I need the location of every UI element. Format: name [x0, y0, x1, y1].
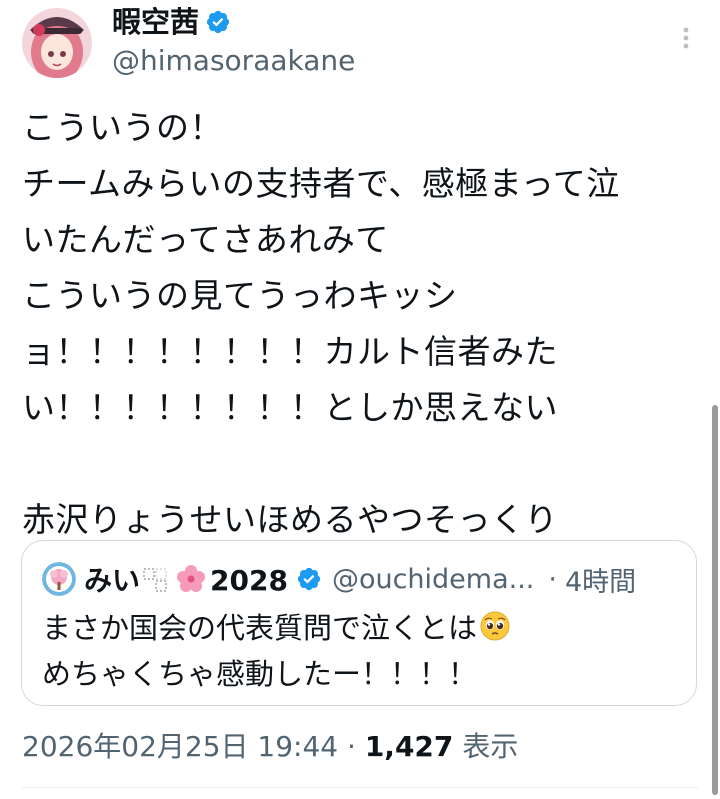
verified-badge-icon	[297, 567, 321, 591]
quote-text: まさか国会の代表質問で泣くとは めちゃくちゃ感動したー！！！！	[42, 605, 511, 697]
missing-glyph-icon	[143, 568, 167, 592]
tweet-meta: 2026年02月25日 19:44 · 1,427 表示	[22, 727, 518, 767]
tweet-line: ョ！！！！！！！！カルト信者みた	[22, 332, 558, 371]
pleading-face-emoji-icon	[480, 611, 510, 641]
tweet-line: い！！！！！！！！としか思えない	[22, 388, 558, 427]
more-button[interactable]	[672, 24, 700, 52]
quote-name-suffix: 2028	[210, 564, 288, 597]
quote-name-prefix: みい	[84, 564, 141, 597]
quote-avatar[interactable]	[42, 562, 76, 596]
author-name[interactable]: 暇空茜	[112, 4, 231, 40]
meta-separator: ·	[347, 730, 356, 763]
quote-author-name[interactable]: みい 2028	[84, 559, 288, 599]
divider	[22, 787, 698, 788]
tweet-date[interactable]: 2026年02月25日 19:44	[22, 730, 338, 763]
avatar[interactable]	[22, 8, 92, 78]
author-display-name[interactable]: 暇空茜	[112, 4, 199, 40]
quote-separator: ·	[548, 563, 557, 595]
verified-badge-icon	[206, 10, 230, 34]
tweet-line: こういうの！	[22, 108, 223, 147]
scrollbar[interactable]	[712, 405, 718, 795]
tweet-line: こういうの見てうっわキッシ	[22, 276, 458, 315]
tweet-line: チームみらいの支持者で、感極まって泣	[22, 164, 620, 203]
quote-text-line: めちゃくちゃ感動したー！！！！	[42, 657, 478, 691]
sakura-circle-avatar-icon	[42, 562, 76, 596]
tweet-line: いたんだってさあれみて	[22, 220, 389, 259]
quote-text-line: まさか国会の代表質問で泣くとは	[42, 605, 511, 651]
more-vertical-icon	[683, 27, 689, 49]
quote-timestamp[interactable]: 4時間	[565, 560, 636, 599]
author-handle[interactable]: @himasoraakane	[112, 44, 355, 78]
avatar-girl-pink-hair-icon	[22, 8, 92, 78]
quote-author-handle[interactable]: @ouchidema...	[332, 564, 534, 595]
views-count: 1,427	[364, 730, 454, 763]
quote-text-line1: まさか国会の代表質問で泣くとは	[42, 611, 478, 645]
quote-header: みい 2028 @ouchidema... · 4時間	[42, 559, 636, 599]
quote-tweet-card[interactable]: みい 2028 @ouchidema... · 4時間 まさか国会の代表質問で泣…	[21, 540, 697, 706]
tweet-text: こういうの！ チームみらいの支持者で、感極まって泣 いたんだってさあれみて こう…	[22, 100, 702, 548]
views-label: 表示	[462, 730, 519, 763]
cherry-blossom-icon	[177, 565, 206, 592]
